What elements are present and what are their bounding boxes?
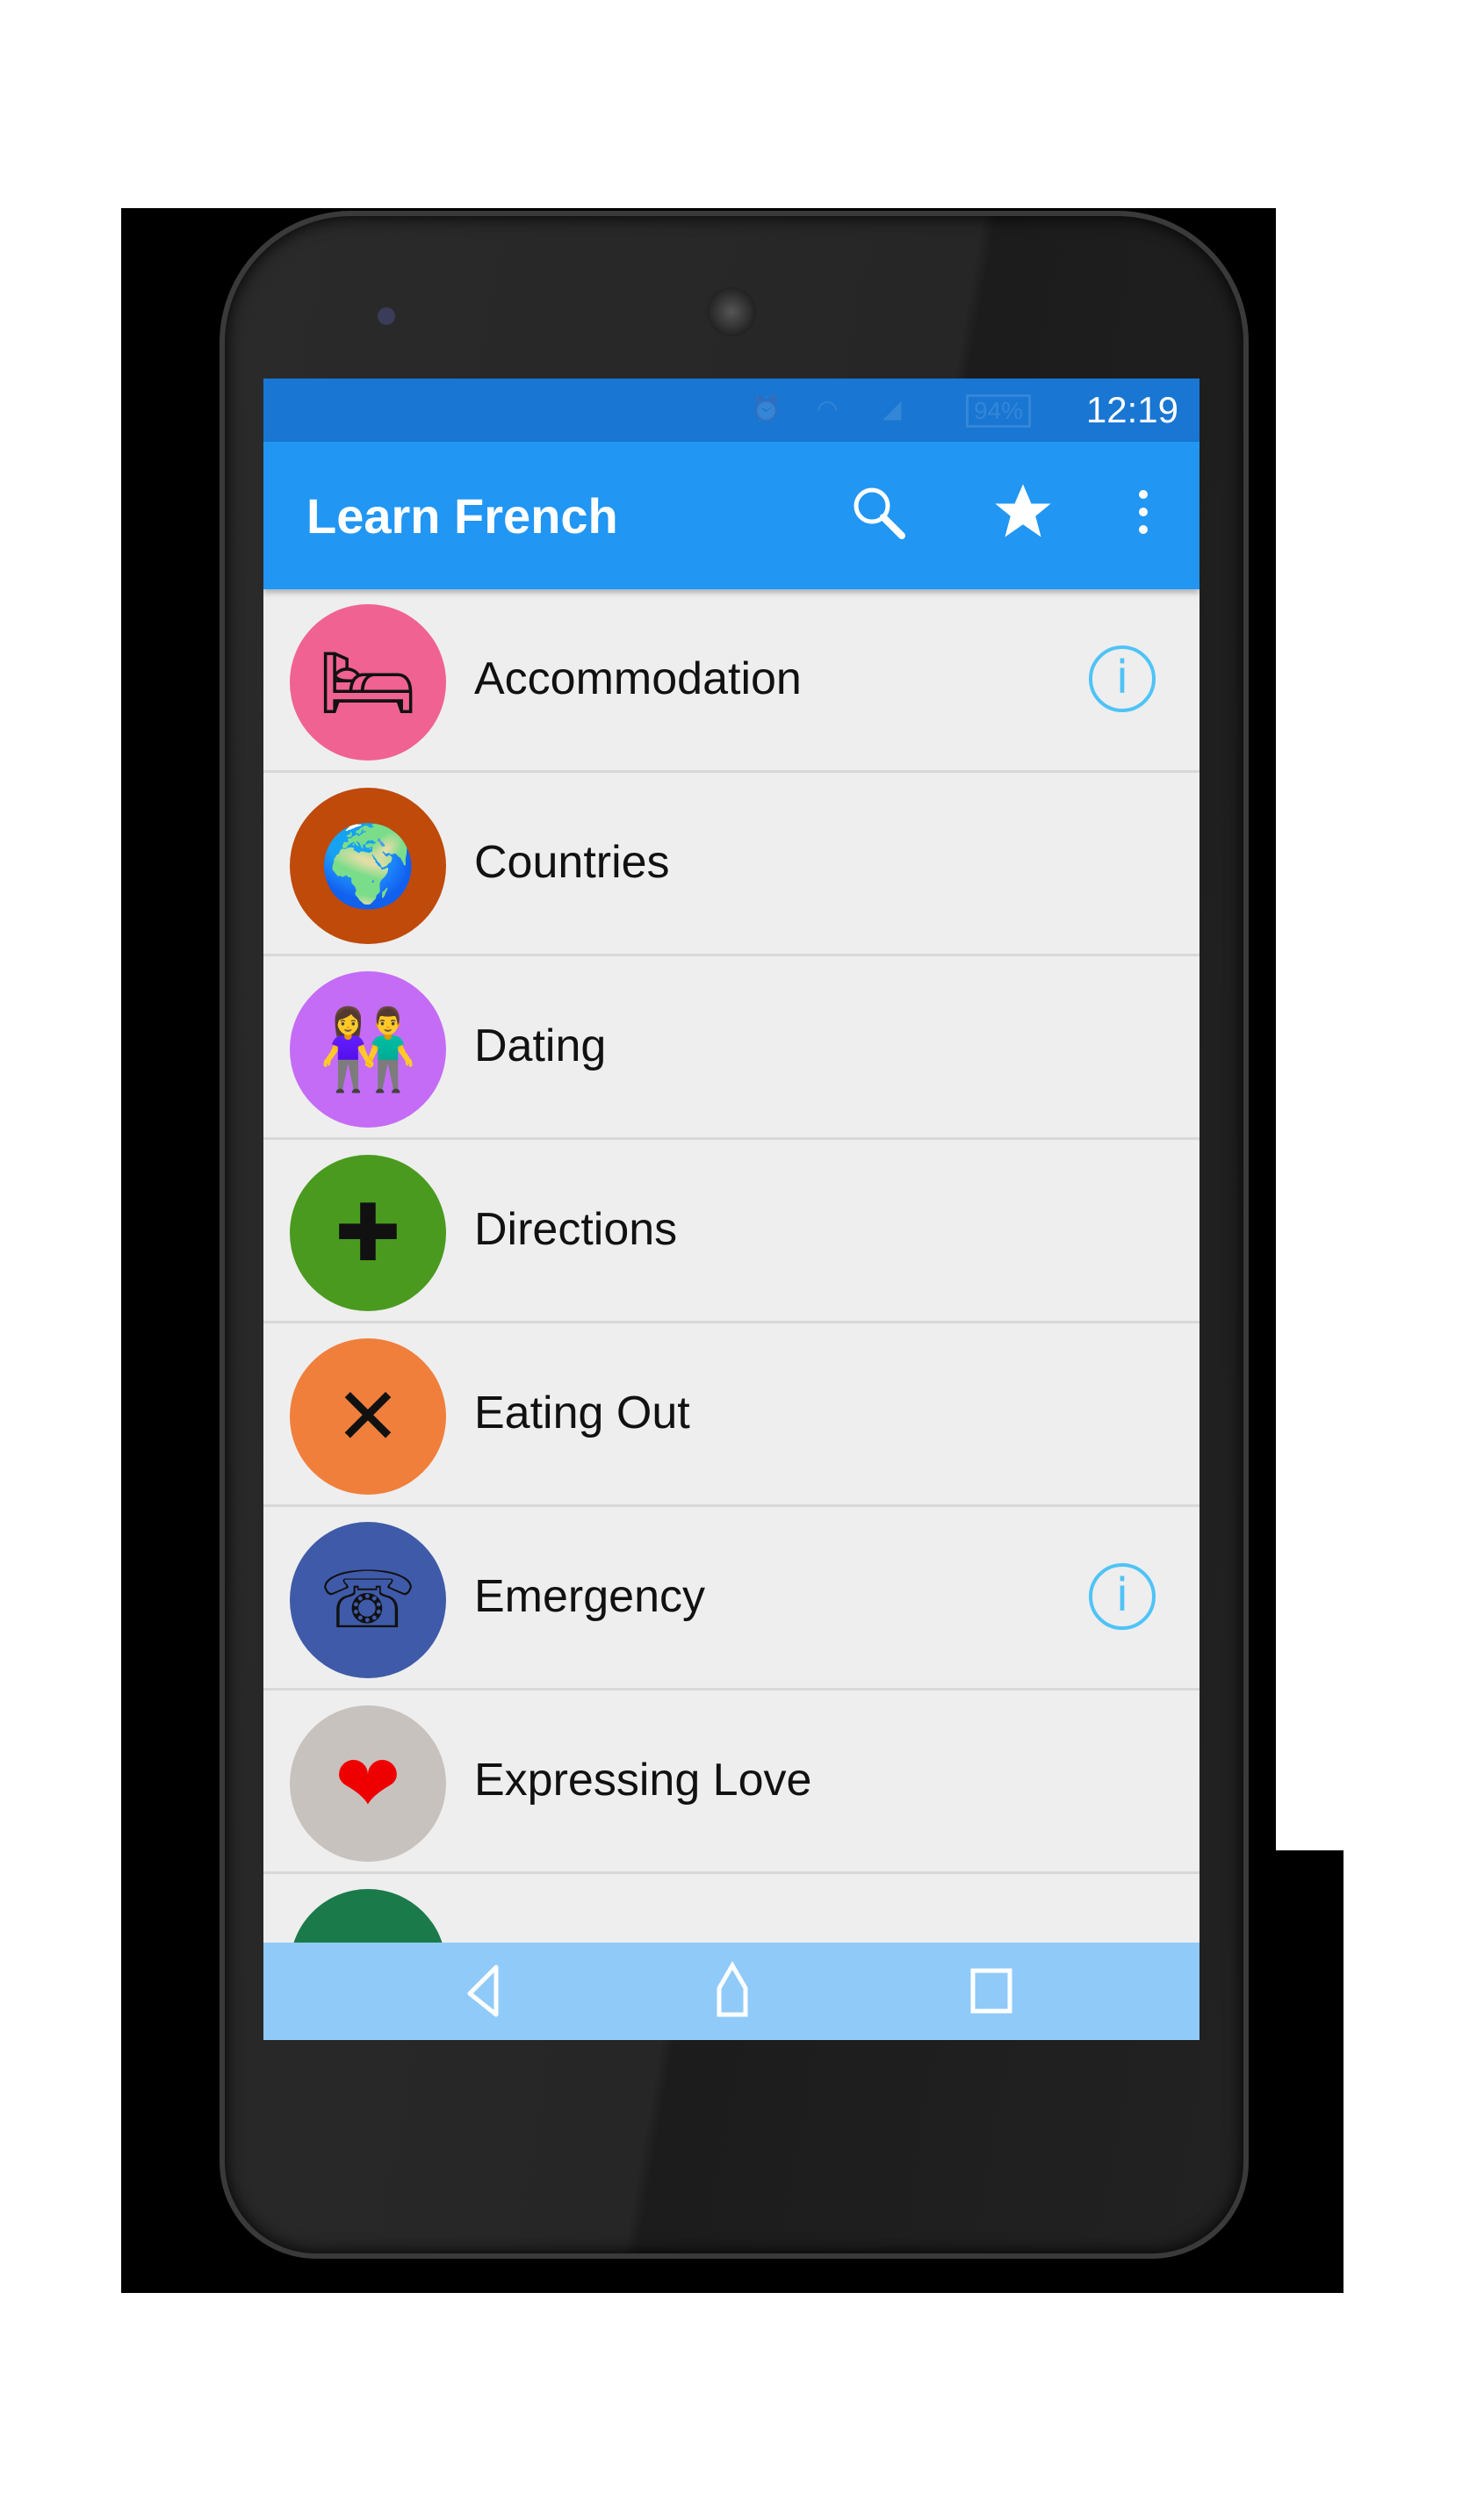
status-bar: ⏰ ◠ ◢ 94% 12:19	[263, 379, 1199, 442]
cutlery-icon: ✕	[290, 1338, 446, 1495]
back-icon[interactable]	[448, 1960, 518, 2022]
list-item-label: Accommodation	[474, 653, 802, 704]
page-title: Learn French	[306, 488, 618, 544]
phone-medical-icon: ☏	[290, 1522, 446, 1678]
list-item[interactable]: ❤ Expressing Love	[263, 1691, 1199, 1874]
list-item[interactable]: ✕ Eating Out	[263, 1323, 1199, 1507]
star-icon[interactable]	[988, 477, 1058, 547]
camera-icon	[378, 307, 395, 325]
recents-icon[interactable]	[957, 1960, 1027, 2022]
alarm-icon: ⏰	[751, 395, 782, 422]
wifi-icon: ◠	[817, 395, 839, 422]
app-bar: Learn French	[263, 442, 1199, 589]
phone-screen: ⏰ ◠ ◢ 94% 12:19 Learn French 🛏 Accommodat…	[263, 379, 1199, 2040]
search-icon[interactable]	[843, 477, 913, 547]
heart-icon: ❤	[290, 1705, 446, 1862]
more-vert-icon[interactable]	[1108, 477, 1178, 547]
signpost-icon: ✚	[290, 1155, 446, 1311]
category-list: 🛏 Accommodation i 🌍 Countries 👫 Dating ✚ Directi…	[263, 589, 1199, 2040]
bed-icon: 🛏	[290, 604, 446, 761]
clock: 12:19	[1085, 389, 1178, 430]
list-item-label: Eating Out	[474, 1388, 690, 1438]
list-item-label: Emergency	[474, 1571, 705, 1622]
globe-icon: 🌍	[290, 788, 446, 944]
list-item[interactable]: 🛏 Accommodation i	[263, 589, 1199, 773]
list-item-label: Directions	[474, 1204, 678, 1255]
list-item-label: Dating	[474, 1020, 607, 1071]
list-item-label: Expressing Love	[474, 1755, 812, 1806]
list-item[interactable]: 👫 Dating	[263, 956, 1199, 1140]
list-item-label: Countries	[474, 837, 670, 888]
list-item[interactable]: ✚ Directions	[263, 1140, 1199, 1323]
battery-icon: 94%	[966, 394, 1032, 428]
home-icon[interactable]	[697, 1960, 767, 2022]
info-icon[interactable]: i	[1089, 645, 1156, 712]
info-icon[interactable]: i	[1089, 1563, 1156, 1630]
background-frame-extension	[1276, 1850, 1344, 2293]
list-item[interactable]: ☏ Emergency i	[263, 1507, 1199, 1691]
navigation-bar	[263, 1943, 1199, 2040]
list-item[interactable]: 🌍 Countries	[263, 773, 1199, 956]
couple-icon: 👫	[290, 971, 446, 1128]
speaker-grille	[707, 287, 756, 336]
signal-icon: ◢	[882, 395, 902, 422]
